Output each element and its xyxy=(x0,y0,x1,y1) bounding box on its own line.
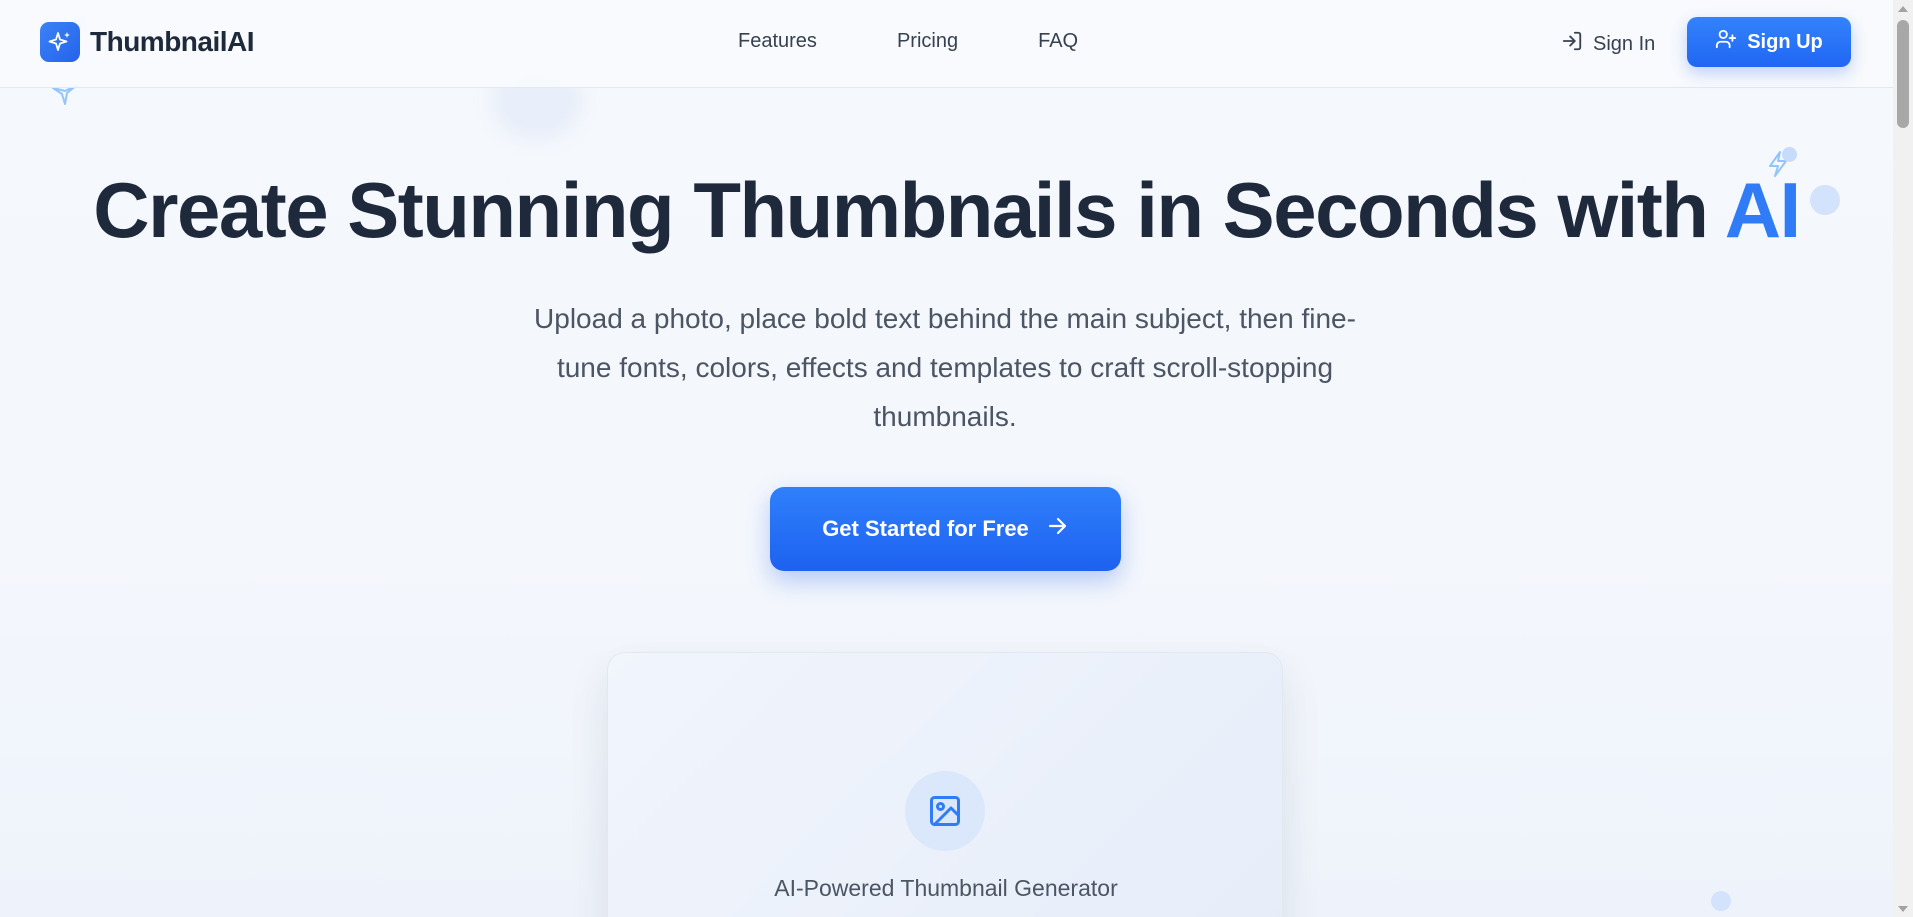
nav-item-faq[interactable]: FAQ xyxy=(1038,30,1078,53)
sign-up-label: Sign Up xyxy=(1747,30,1823,53)
preview-label: AI-Powered Thumbnail Generator xyxy=(774,875,1118,901)
preview-card: AI-Powered Thumbnail Generator xyxy=(607,652,1283,917)
get-started-button[interactable]: Get Started for Free xyxy=(770,487,1121,571)
brand-logo[interactable]: ThumbnailAI xyxy=(40,22,255,62)
nav-item-pricing[interactable]: Pricing xyxy=(897,30,958,53)
sign-in-label: Sign In xyxy=(1593,32,1656,55)
log-in-icon xyxy=(1561,30,1593,58)
image-icon xyxy=(905,771,985,851)
page: ThumbnailAI Features Pricing FAQ Sign In… xyxy=(0,0,1893,917)
vertical-scrollbar[interactable] xyxy=(1893,0,1913,917)
hero-subtitle: Upload a photo, place bold text behind t… xyxy=(534,303,1356,432)
sign-up-button[interactable]: Sign Up xyxy=(1687,17,1851,67)
scroll-up-arrow-icon[interactable] xyxy=(1898,6,1908,12)
hero-title: Create Stunning Thumbnails in Seconds wi… xyxy=(0,160,1893,260)
nav-item-features[interactable]: Features xyxy=(738,30,817,53)
hero-title-main: Create Stunning Thumbnails in Seconds wi… xyxy=(93,166,1725,254)
main-nav: Features Pricing FAQ xyxy=(738,30,1158,53)
hero-title-accent: AI xyxy=(1724,166,1802,254)
sparkles-icon xyxy=(40,22,80,62)
scroll-down-arrow-icon[interactable] xyxy=(1898,906,1908,912)
brand-name: ThumbnailAI xyxy=(90,26,255,57)
cta-label: Get Started for Free xyxy=(822,516,1029,541)
arrow-right-icon xyxy=(1029,514,1069,544)
top-navbar: ThumbnailAI Features Pricing FAQ Sign In… xyxy=(0,0,1893,88)
sign-in-link[interactable]: Sign In xyxy=(1561,30,1655,58)
decorative-dot xyxy=(1711,891,1731,911)
scrollbar-thumb[interactable] xyxy=(1897,20,1909,128)
user-plus-icon xyxy=(1715,28,1747,56)
